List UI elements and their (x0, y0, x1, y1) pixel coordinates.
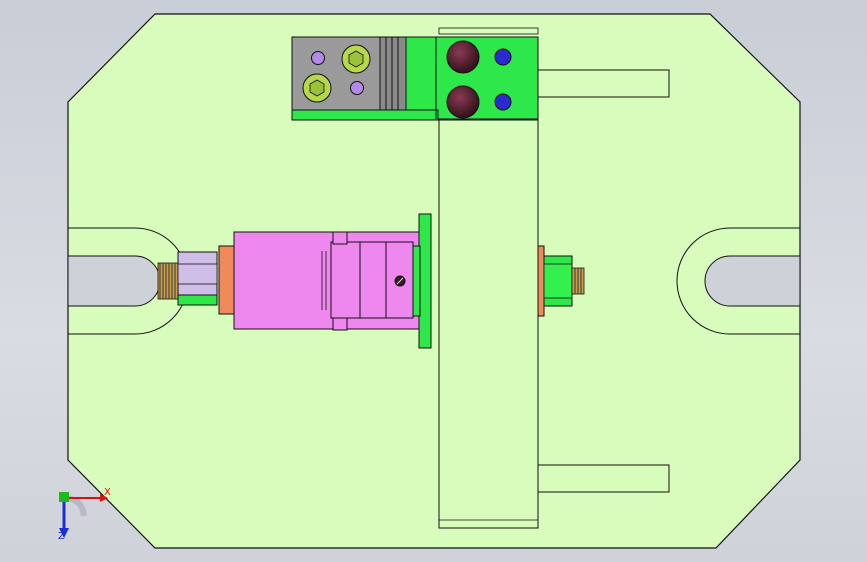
right-threaded-stud[interactable] (571, 267, 585, 295)
clamp-flange[interactable] (418, 213, 432, 349)
pin-2[interactable] (350, 81, 364, 95)
model-view[interactable] (0, 0, 867, 562)
lower-rail[interactable] (537, 464, 670, 493)
bolt-head-2[interactable] (446, 85, 480, 119)
bolt-head-1[interactable] (446, 40, 480, 74)
cad-viewport[interactable]: X Z (0, 0, 867, 562)
right-washer[interactable] (537, 245, 545, 317)
left-slot-inner (67, 255, 161, 307)
coordinate-triad: X Z (44, 482, 114, 552)
z-axis-label: Z (58, 531, 65, 542)
y-axis-marker (59, 492, 69, 502)
slider-bar[interactable] (438, 119, 539, 529)
x-axis-label: X (104, 487, 111, 498)
left-threaded-stud[interactable] (157, 262, 179, 300)
pin-1[interactable] (311, 51, 325, 65)
left-green-collar[interactable] (177, 294, 218, 306)
right-slot-inner (704, 255, 801, 307)
blue-pin-1[interactable] (494, 48, 512, 66)
upper-rail[interactable] (537, 69, 670, 98)
blue-pin-2[interactable] (494, 93, 512, 111)
left-washer[interactable] (218, 245, 235, 315)
